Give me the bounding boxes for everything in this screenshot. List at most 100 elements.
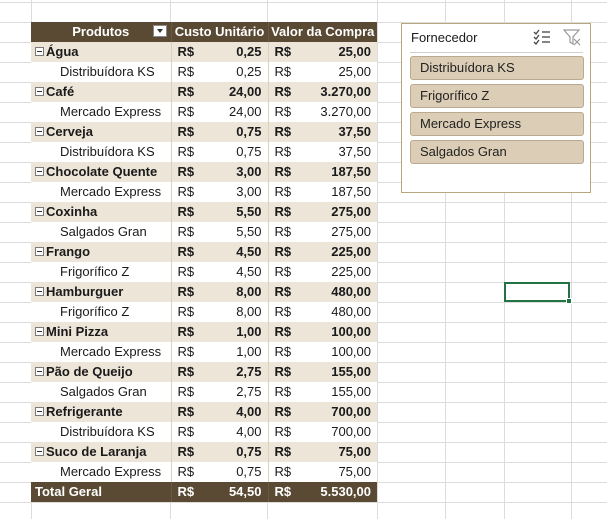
selected-cell[interactable] <box>504 282 570 302</box>
collapse-icon[interactable] <box>35 127 44 137</box>
collapse-icon[interactable] <box>35 207 44 217</box>
slicer-item-mercado-express[interactable]: Mercado Express <box>410 112 584 136</box>
valor-compra-cell[interactable]: R$ 187,50 <box>267 182 377 202</box>
custo-unitario-cell[interactable]: R$ 0,25 <box>170 42 268 62</box>
slicer-item-distribuidora-ks[interactable]: Distribuídora KS <box>410 56 584 80</box>
valor-compra-cell[interactable]: R$ 225,00 <box>267 242 377 262</box>
product-label-cell[interactable]: Coxinha <box>31 202 171 222</box>
custo-unitario-cell[interactable]: R$ 0,75 <box>170 462 268 482</box>
valor-compra-cell[interactable]: R$ 37,50 <box>267 122 377 142</box>
product-label-cell[interactable]: Cerveja <box>31 122 171 142</box>
collapse-icon[interactable] <box>35 447 44 457</box>
supplier-label-cell[interactable]: Distribuídora KS <box>31 142 171 162</box>
product-label-cell[interactable]: Água <box>31 42 171 62</box>
custo-unitario-cell[interactable]: R$ 4,50 <box>170 242 268 262</box>
collapse-icon[interactable] <box>35 367 44 377</box>
product-name: Água <box>46 44 79 59</box>
supplier-label-cell[interactable]: Distribuídora KS <box>31 62 171 82</box>
valor-compra-cell[interactable]: R$ 155,00 <box>267 382 377 402</box>
supplier-label-cell[interactable]: Frigorífico Z <box>31 302 171 322</box>
valor-compra-cell[interactable]: R$ 480,00 <box>267 282 377 302</box>
valor-compra-cell[interactable]: R$ 700,00 <box>267 402 377 422</box>
custo-unitario-cell[interactable]: R$ 24,00 <box>170 102 268 122</box>
supplier-label-cell[interactable]: Mercado Express <box>31 182 171 202</box>
total-valor-cell[interactable]: R$ 5.530,00 <box>267 482 377 502</box>
product-label-cell[interactable]: Mini Pizza <box>31 322 171 342</box>
slicer-item-salgados-gran[interactable]: Salgados Gran <box>410 140 584 164</box>
valor-compra-cell[interactable]: R$ 480,00 <box>267 302 377 322</box>
valor-compra-cell[interactable]: R$ 75,00 <box>267 462 377 482</box>
valor-compra-cell[interactable]: R$ 37,50 <box>267 142 377 162</box>
custo-unitario-cell[interactable]: R$ 0,75 <box>170 122 268 142</box>
collapse-icon[interactable] <box>35 407 44 417</box>
custo-unitario-cell[interactable]: R$ 24,00 <box>170 82 268 102</box>
total-custo-cell[interactable]: R$ 54,50 <box>170 482 268 502</box>
valor-compra-cell[interactable]: R$ 155,00 <box>267 362 377 382</box>
custo-unitario-cell[interactable]: R$ 2,75 <box>170 382 268 402</box>
product-label-cell[interactable]: Pão de Queijo <box>31 362 171 382</box>
product-label-cell[interactable]: Café <box>31 82 171 102</box>
slicer-item-frigorifico-z[interactable]: Frigorífico Z <box>410 84 584 108</box>
custo-unitario-cell[interactable]: R$ 3,00 <box>170 162 268 182</box>
valor-compra-cell[interactable]: R$ 275,00 <box>267 202 377 222</box>
header-valor-da-compra[interactable]: Valor da Compra <box>267 22 377 42</box>
custo-unitario-cell[interactable]: R$ 5,50 <box>170 222 268 242</box>
supplier-label-cell[interactable]: Distribuídora KS <box>31 422 171 442</box>
valor-compra-cell[interactable]: R$ 275,00 <box>267 222 377 242</box>
currency-symbol: R$ <box>274 464 292 479</box>
custo-unitario-cell[interactable]: R$ 1,00 <box>170 322 268 342</box>
custo-unitario-cell[interactable]: R$ 4,00 <box>170 422 268 442</box>
valor-compra-cell[interactable]: R$ 225,00 <box>267 262 377 282</box>
supplier-label-cell[interactable]: Salgados Gran <box>31 222 171 242</box>
valor-compra-cell[interactable]: R$ 3.270,00 <box>267 82 377 102</box>
clear-filter-icon[interactable] <box>563 28 581 46</box>
valor-compra-cell[interactable]: R$ 25,00 <box>267 42 377 62</box>
supplier-label-cell[interactable]: Mercado Express <box>31 102 171 122</box>
custo-unitario-cell[interactable]: R$ 8,00 <box>170 282 268 302</box>
collapse-icon[interactable] <box>35 87 44 97</box>
header-custo-unitario[interactable]: Custo Unitário <box>170 22 268 42</box>
custo-unitario-cell[interactable]: R$ 3,00 <box>170 182 268 202</box>
custo-unitario-cell[interactable]: R$ 0,75 <box>170 142 268 162</box>
multi-select-icon[interactable] <box>533 29 551 45</box>
valor-compra-cell[interactable]: R$ 100,00 <box>267 342 377 362</box>
valor-compra-cell[interactable]: R$ 3.270,00 <box>267 102 377 122</box>
valor-compra-cell[interactable]: R$ 187,50 <box>267 162 377 182</box>
supplier-label-cell[interactable]: Mercado Express <box>31 342 171 362</box>
custo-unitario-cell[interactable]: R$ 0,25 <box>170 62 268 82</box>
collapse-icon[interactable] <box>35 247 44 257</box>
header-produtos-label: Produtos <box>72 24 130 39</box>
product-label-cell[interactable]: Chocolate Quente <box>31 162 171 182</box>
valor-compra-cell[interactable]: R$ 700,00 <box>267 422 377 442</box>
slicer-fornecedor[interactable]: Fornecedor Distribuídora KS Frigorífico … <box>401 23 591 193</box>
custo-unitario-cell[interactable]: R$ 5,50 <box>170 202 268 222</box>
supplier-label-cell[interactable]: Mercado Express <box>31 462 171 482</box>
supplier-row: Distribuídora KS R$ 0,75 R$ 37,50 <box>31 142 377 162</box>
product-label-cell[interactable]: Frango <box>31 242 171 262</box>
collapse-icon[interactable] <box>35 47 44 57</box>
product-label-cell[interactable]: Refrigerante <box>31 402 171 422</box>
custo-unitario-cell[interactable]: R$ 0,75 <box>170 442 268 462</box>
currency-symbol: R$ <box>274 244 292 259</box>
supplier-label-cell[interactable]: Frigorífico Z <box>31 262 171 282</box>
collapse-icon[interactable] <box>35 167 44 177</box>
custo-unitario-cell[interactable]: R$ 8,00 <box>170 302 268 322</box>
supplier-label-cell[interactable]: Salgados Gran <box>31 382 171 402</box>
custo-unitario-cell[interactable]: R$ 2,75 <box>170 362 268 382</box>
valor-compra-cell[interactable]: R$ 75,00 <box>267 442 377 462</box>
filter-dropdown-icon[interactable] <box>152 25 167 37</box>
header-produtos[interactable]: Produtos <box>31 22 171 42</box>
product-label-cell[interactable]: Suco de Laranja <box>31 442 171 462</box>
product-name: Hamburguer <box>46 284 124 299</box>
valor-value: 3.270,00 <box>320 84 371 99</box>
valor-compra-cell[interactable]: R$ 25,00 <box>267 62 377 82</box>
collapse-icon[interactable] <box>35 287 44 297</box>
fill-handle[interactable] <box>566 298 572 304</box>
valor-compra-cell[interactable]: R$ 100,00 <box>267 322 377 342</box>
custo-unitario-cell[interactable]: R$ 1,00 <box>170 342 268 362</box>
total-label[interactable]: Total Geral <box>31 482 171 502</box>
custo-unitario-cell[interactable]: R$ 4,50 <box>170 262 268 282</box>
custo-unitario-cell[interactable]: R$ 4,00 <box>170 402 268 422</box>
product-label-cell[interactable]: Hamburguer <box>31 282 171 302</box>
collapse-icon[interactable] <box>35 327 44 337</box>
